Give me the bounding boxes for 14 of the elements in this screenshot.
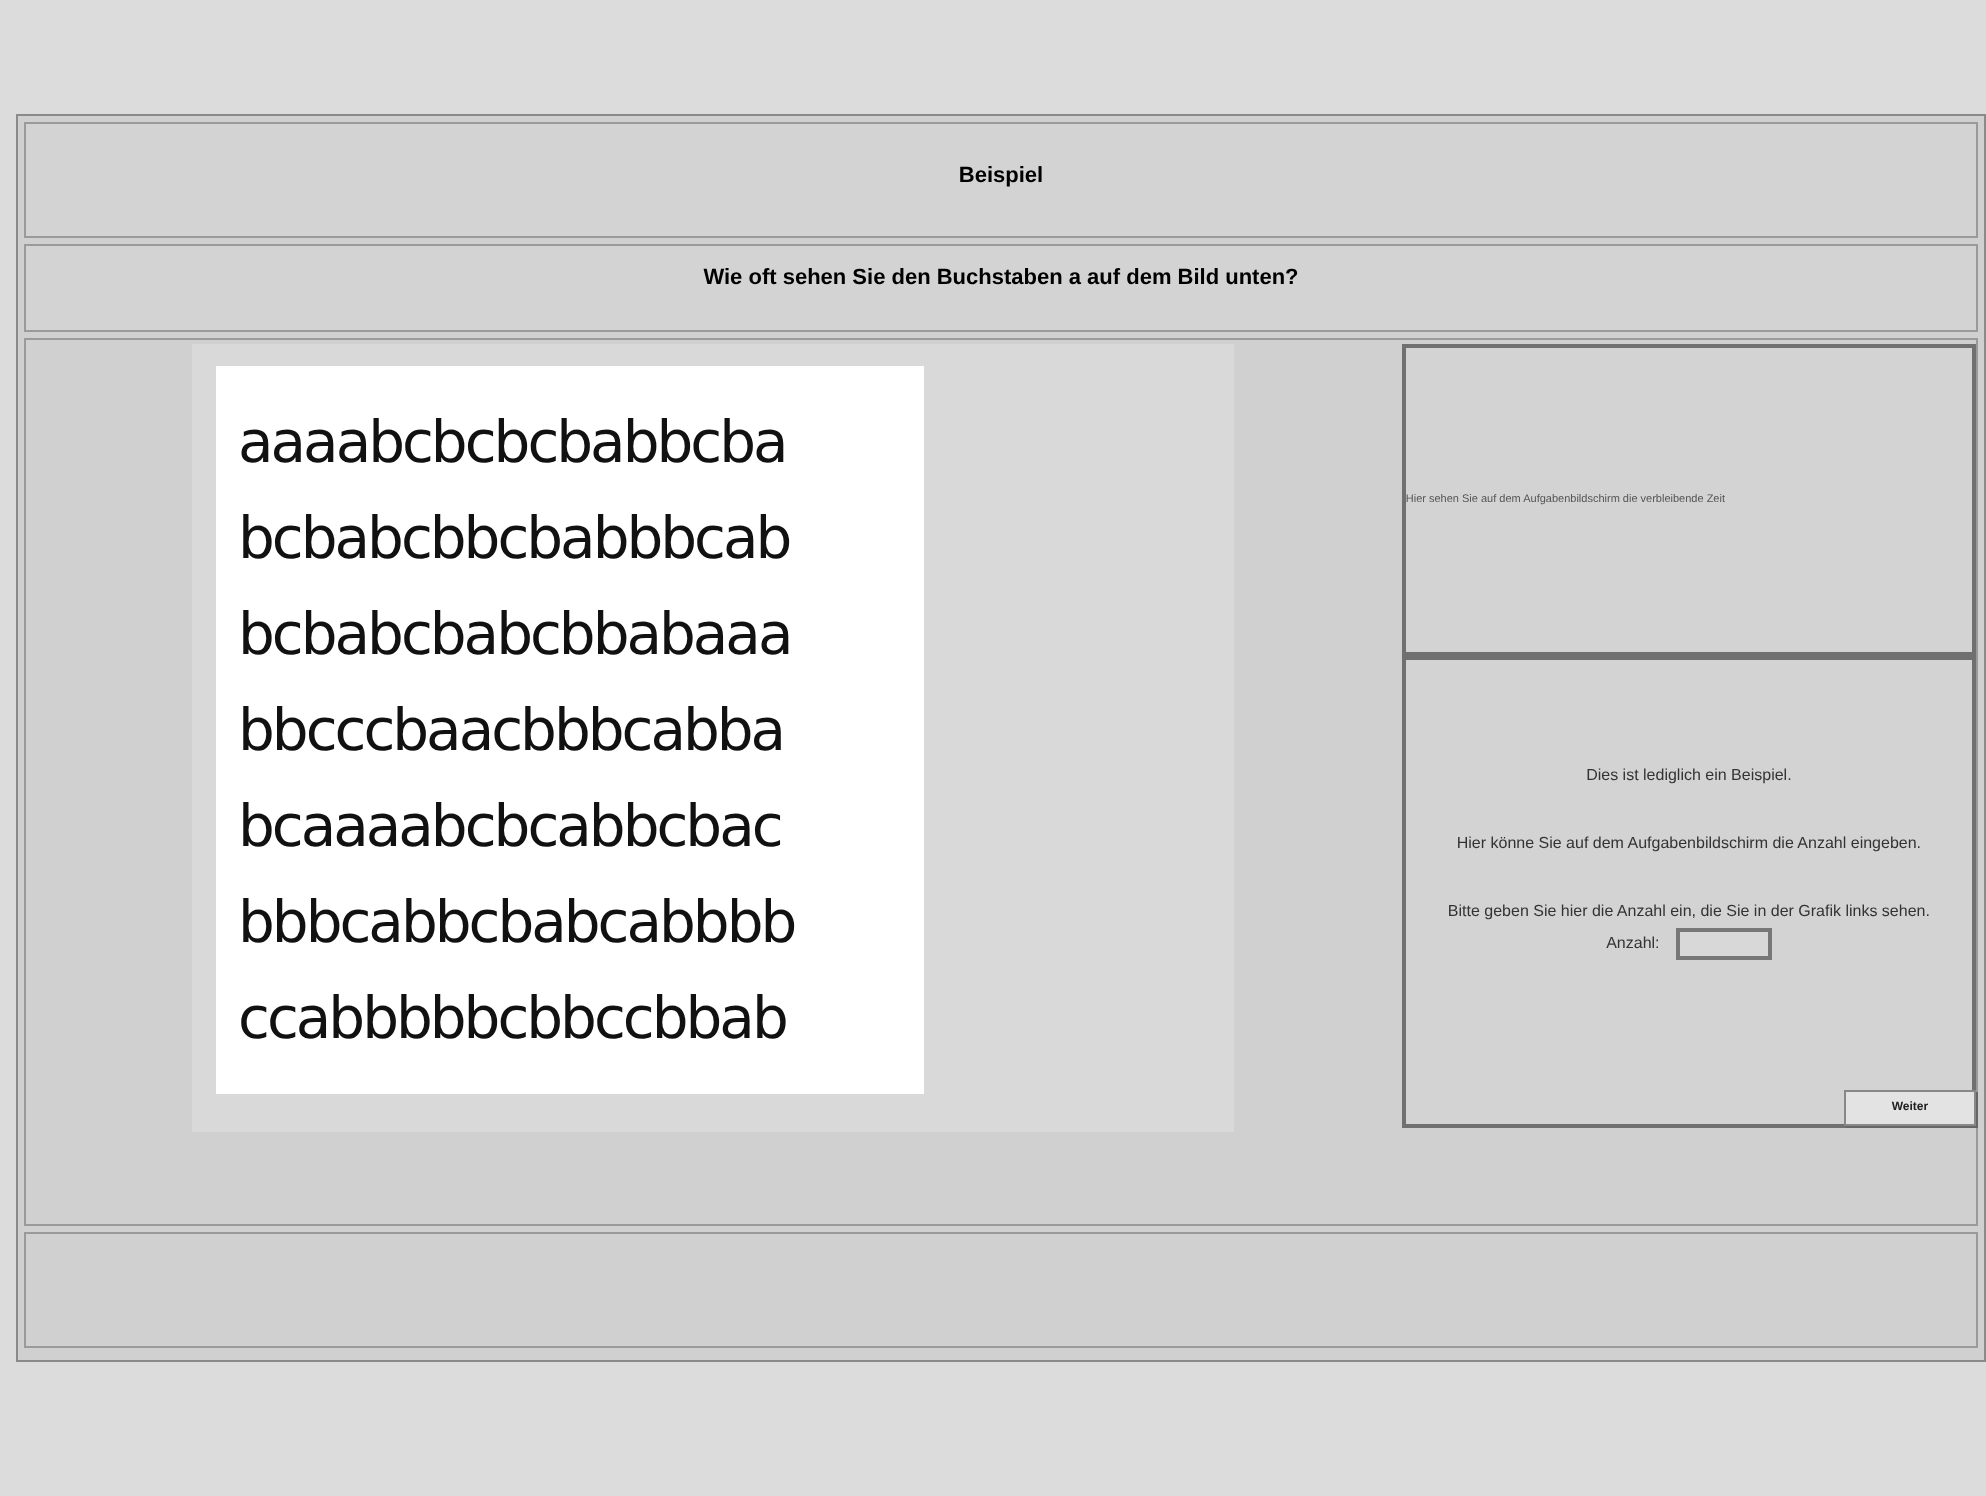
letter-row-text: bbbcabbcbabcabbbb (238, 886, 797, 960)
letter-row-text: bcbabcbabcbbabaaa (238, 598, 793, 672)
letter-row-text: aaaabcbcbcbabbcba (238, 406, 788, 480)
info-text: Hier könne Sie auf dem Aufgabenbildschirm die Anzahl eingeben. (1456, 832, 1922, 856)
letter-row-text: ccabbbbbcbbccbbab (238, 982, 788, 1056)
letter-row-text: bbcccbaacbbbcabba (238, 694, 786, 768)
info-text: Dies ist lediglich ein Beispiel. (1586, 764, 1792, 788)
question-text: Wie oft sehen Sie den Buchstaben a auf dem Bild unten? (703, 264, 1299, 294)
letter-row-text: bcbabcbbcbabbbcab (238, 502, 792, 576)
page-title: Beispiel (958, 162, 1044, 192)
count-field[interactable] (1675, 928, 1772, 960)
count-label: Anzahl: (1606, 932, 1660, 956)
letter-row-text: bcaaaabcbcabbcbac (238, 790, 783, 864)
info-text: Bitte geben Sie hier die Anzahl ein, die Sie in der Grafik links sehen. (1447, 900, 1930, 924)
